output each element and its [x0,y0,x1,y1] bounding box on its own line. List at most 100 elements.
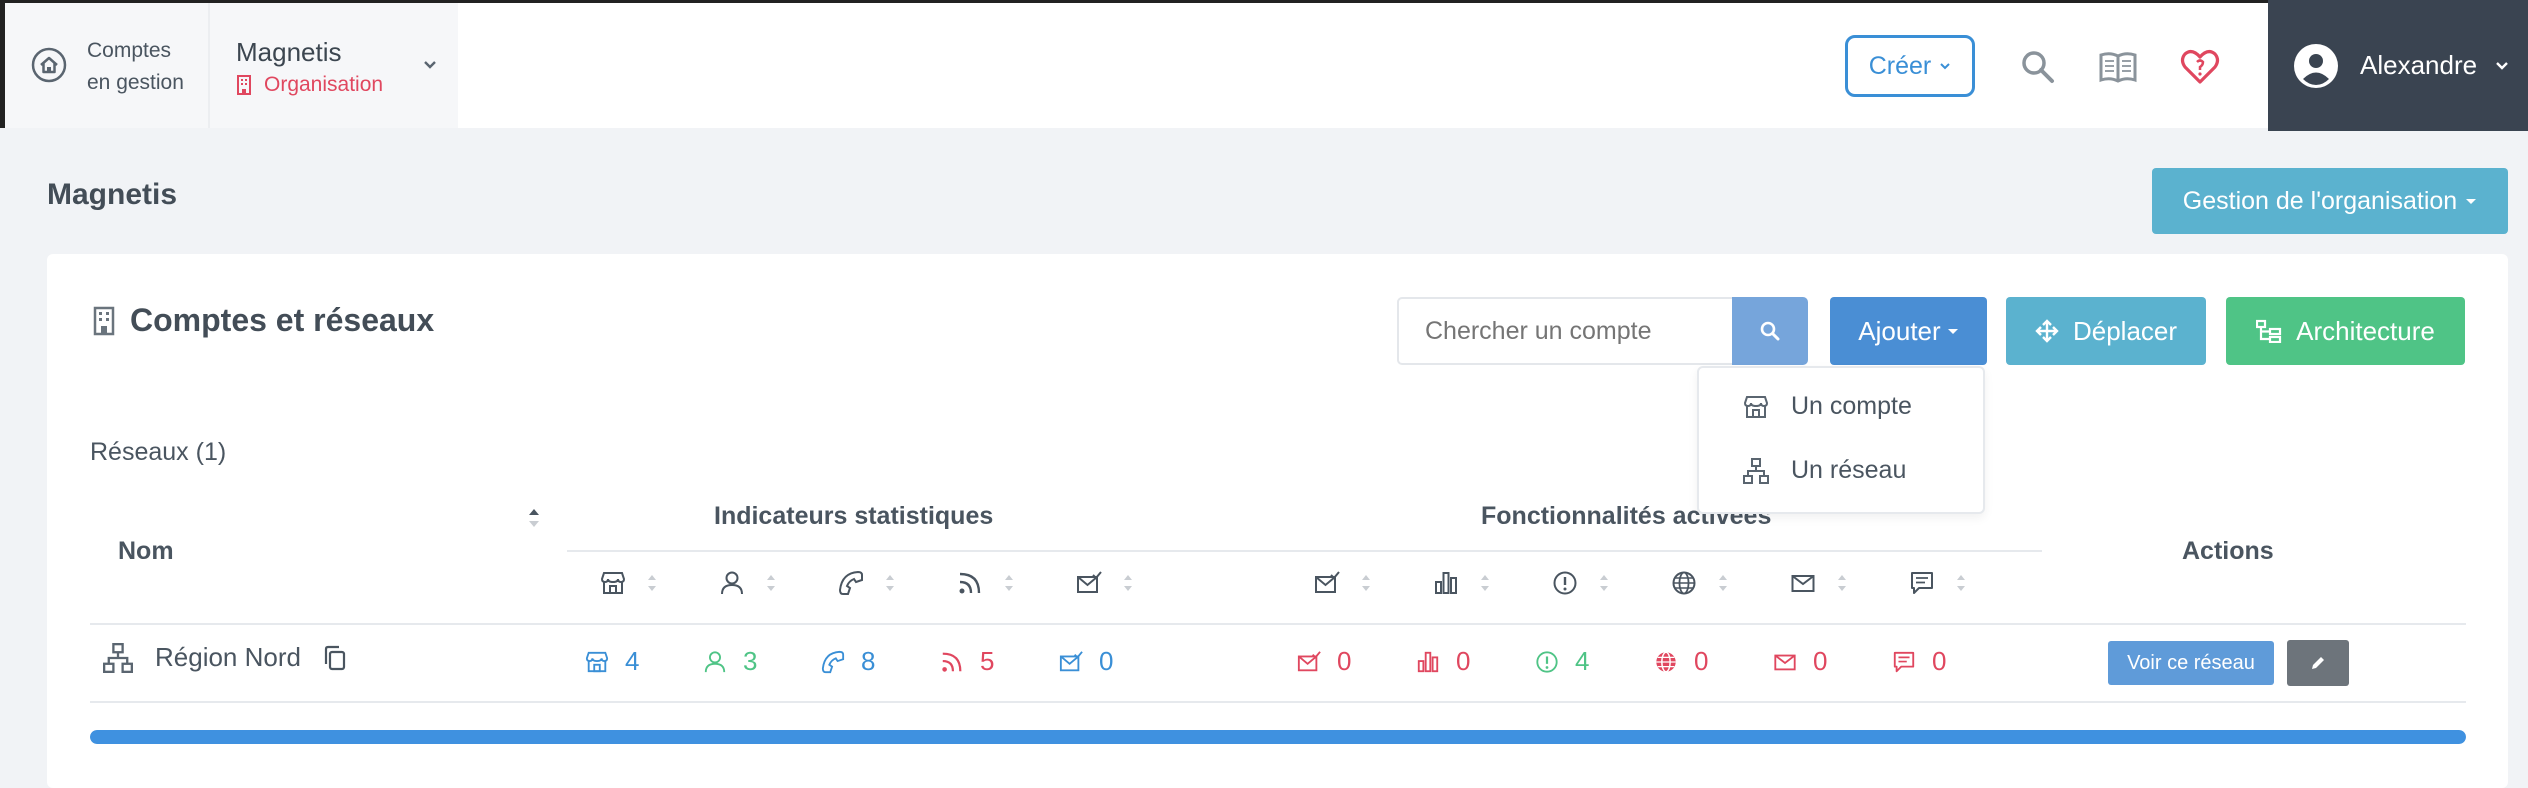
move-label: Déplacer [2072,315,2178,346]
alert-circle-icon [1536,650,1558,673]
chevron-down-icon [2496,61,2508,70]
stat-feeds: 5 [940,646,994,677]
stat-mail-check: 0 [1059,646,1113,677]
copy-icon[interactable] [323,645,347,671]
stat-stores: 4 [585,646,639,677]
caret-down-icon [1940,63,1950,70]
sort-icon [1600,575,1608,591]
caret-down-icon [2466,199,2477,204]
table-row-name[interactable]: Région Nord [103,642,347,673]
move-button[interactable]: Déplacer [2006,297,2206,365]
user-menu[interactable]: Alexandre [2268,0,2528,131]
stat-mail-check-value: 0 [1099,646,1114,676]
page-title: Magnetis [47,178,178,211]
subheader-feature-mail[interactable] [1790,570,1848,596]
card-title: Comptes et réseaux [92,302,434,339]
architecture-button[interactable]: Architecture [2226,297,2465,365]
top-navbar: Comptes en gestion Magnetis Organisation… [0,0,2528,131]
book-icon[interactable] [2098,47,2138,87]
feature-mail-check: 0 [1297,646,1351,677]
column-header-name[interactable]: Nom [118,537,174,566]
column-group-stats: Indicateurs statistiques [714,502,994,530]
pencil-icon [2312,657,2324,669]
network-icon [103,642,133,673]
sort-icon [648,575,656,591]
subheader-users[interactable] [719,570,777,596]
dropdown-item-network[interactable]: Un réseau [1743,456,1906,485]
heart-icon[interactable] [2180,47,2220,87]
table-row-divider [90,701,2466,703]
mail-check-icon [1297,650,1321,671]
globe-icon [1656,651,1676,672]
subheader-feature-mail-check[interactable] [1314,570,1372,596]
feature-alerts: 4 [1535,646,1589,677]
sort-icon [1362,575,1370,591]
accounts-networks-card: Comptes et réseaux Ajouter Déplacer Arch… [47,254,2508,788]
building-icon [237,75,251,95]
progress-bar-fill [90,730,2466,744]
phone-icon [821,650,845,673]
manage-organisation-button[interactable]: Gestion de l'organisation [2152,168,2508,234]
search-submit-button[interactable] [1732,297,1808,365]
feature-mail-check-value: 0 [1337,646,1352,676]
network-icon [1743,457,1769,484]
store-icon [585,651,609,672]
table-header-divider [90,623,2466,625]
sort-icon [1124,575,1132,591]
home-accounts-link[interactable]: Comptes en gestion [5,3,210,128]
dropdown-item-network-label: Un réseau [1791,456,1907,484]
home-icon [31,47,67,83]
home-label-line1: Comptes [87,39,172,62]
user-name: Alexandre [2360,50,2478,80]
subheader-feature-web[interactable] [1671,570,1729,596]
mail-check-icon [1077,571,1102,593]
add-label: Ajouter [1858,315,1941,346]
card-title-text: Comptes et réseaux [130,302,435,338]
user-avatar-icon [2294,43,2338,88]
sort-icon[interactable] [527,504,541,532]
subheader-feature-messages[interactable] [1909,570,1967,596]
org-selector[interactable]: Magnetis Organisation [210,3,458,128]
home-label-line2: en gestion [87,71,184,94]
globe-icon [1672,571,1696,595]
user-icon [721,571,743,595]
sort-icon [1481,575,1489,591]
create-label: Créer [1868,51,1932,80]
feature-stats-value: 0 [1456,646,1471,676]
sort-icon [1005,575,1013,591]
manage-organisation-label: Gestion de l'organisation [2182,186,2458,215]
alert-circle-icon [1553,571,1577,595]
architecture-label: Architecture [2296,315,2435,346]
mail-check-icon [1059,650,1083,671]
add-dropdown-menu: Un compte Un réseau [1697,366,1985,514]
create-button[interactable]: Créer [1845,35,1975,97]
search-icon[interactable] [2018,47,2058,87]
mail-check-icon [1315,571,1340,593]
edit-button[interactable] [2287,640,2349,686]
rss-icon [942,652,962,672]
subheader-calls[interactable] [838,570,896,596]
subheader-feature-alerts[interactable] [1552,570,1610,596]
caret-down-icon [1947,329,1958,334]
view-network-button[interactable]: Voir ce réseau [2108,641,2274,685]
message-icon [1911,572,1933,594]
stat-feeds-value: 5 [980,646,995,676]
add-button[interactable]: Ajouter [1830,297,1987,365]
stat-stores-value: 4 [625,646,640,676]
feature-messages: 0 [1892,646,1946,677]
org-name: Magnetis [236,37,342,67]
subheader-feature-stats[interactable] [1433,570,1491,596]
dropdown-item-account[interactable]: Un compte [1743,392,1912,421]
stat-calls: 8 [821,646,875,677]
subheader-feeds[interactable] [957,570,1015,596]
subheader-mail-check[interactable] [1076,570,1134,596]
account-search-input[interactable] [1397,297,1732,365]
network-name: Région Nord [155,642,301,672]
rss-icon [959,572,981,594]
column-header-actions: Actions [2182,537,2274,565]
org-type-label: Organisation [264,73,384,96]
sort-icon [1957,575,1965,591]
stat-users-value: 3 [743,646,758,676]
feature-messages-value: 0 [1932,646,1947,676]
subheader-stores[interactable] [600,570,658,596]
